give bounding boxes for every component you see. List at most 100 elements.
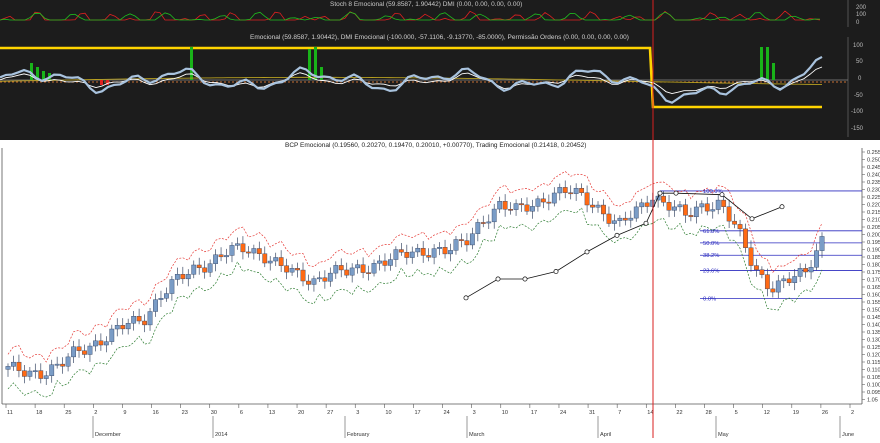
price-y-tick-label: 0.135 xyxy=(867,330,880,336)
bullish-candle xyxy=(797,268,803,277)
bullish-candle xyxy=(633,206,639,219)
bullish-candle xyxy=(65,356,71,367)
emo-tick-50: 50 xyxy=(856,59,863,65)
x-tick-label: 26 xyxy=(822,410,828,416)
price-y-tick-label: 0.250 xyxy=(867,158,880,164)
bullish-candle xyxy=(125,323,131,330)
bullish-candle xyxy=(617,217,623,221)
bullish-candle xyxy=(573,187,579,194)
bearish-candle xyxy=(546,201,552,204)
price-y-tick-label: 0.150 xyxy=(867,308,880,314)
emo-tick-minus-50: -50 xyxy=(854,93,863,99)
trading-chart-window: 200 100 0 Stoch 8 Emocional (59.8587, 1.… xyxy=(0,0,880,438)
stoch-d-line xyxy=(0,11,821,21)
month-label: April xyxy=(600,432,611,438)
bearish-candle xyxy=(136,316,142,322)
x-tick-label: 3 xyxy=(473,410,476,416)
x-tick-label: 31 xyxy=(589,410,595,416)
bearish-candle xyxy=(38,370,44,379)
stoch-pane-title: Stoch 8 Emocional (59.8587, 1.90442) DMI… xyxy=(330,1,523,8)
bearish-candle xyxy=(240,243,246,253)
x-tick-label: 24 xyxy=(444,410,450,416)
x-tick-label: 9 xyxy=(123,410,126,416)
bearish-candle xyxy=(398,249,404,253)
bullish-candle xyxy=(207,263,213,273)
bullish-candle xyxy=(557,187,563,194)
x-tick-label: 28 xyxy=(705,410,711,416)
price-y-tick-label: 0.205 xyxy=(867,225,880,231)
price-pane[interactable]: 0.255 0.250 0.245 0.240 0.235 0.230 0.225 0.220… xyxy=(0,140,880,438)
month-label: June xyxy=(842,432,854,438)
bearish-candle xyxy=(754,265,759,270)
month-label: December xyxy=(95,432,121,438)
bullish-candle xyxy=(814,250,819,268)
x-tick-label: 19 xyxy=(793,410,799,416)
bullish-candle xyxy=(71,346,76,358)
bullish-candle xyxy=(213,254,218,264)
bearish-candle xyxy=(508,209,514,211)
bullish-candle xyxy=(191,264,197,275)
bullish-candle xyxy=(164,293,169,299)
bearish-candle xyxy=(218,254,224,258)
bullish-candle xyxy=(530,206,535,212)
stoch-tick-200: 200 xyxy=(856,5,867,11)
price-y-tick-label: 0.195 xyxy=(867,240,880,246)
bearish-candle xyxy=(278,257,284,266)
bullish-candle xyxy=(551,192,557,204)
x-tick-label: 11 xyxy=(7,410,13,416)
price-y-tick-label: 0.165 xyxy=(867,285,880,291)
emo-tick-minus-150: -150 xyxy=(851,126,864,132)
emocional-indicator-pane[interactable]: 100 50 0 -50 -100 -150 Emocional (59.858… xyxy=(0,27,880,140)
bullish-candle xyxy=(311,278,317,285)
bearish-candle xyxy=(98,340,104,346)
bearish-candle xyxy=(366,272,371,274)
bullish-candle xyxy=(93,340,98,347)
stoch-indicator-pane[interactable]: 200 100 0 Stoch 8 Emocional (59.8587, 1.… xyxy=(0,0,880,27)
price-y-tick-label: 1.05 xyxy=(867,398,878,404)
bullish-candle xyxy=(775,280,781,293)
price-y-tick-label: 0.180 xyxy=(867,263,880,269)
price-y-tick-label: 0.230 xyxy=(867,188,880,194)
bearish-candle xyxy=(344,269,350,276)
bearish-candle xyxy=(338,265,344,271)
bullish-candle xyxy=(699,203,705,208)
fibonacci-level-label: 50.0% xyxy=(703,241,719,247)
bullish-candle xyxy=(781,278,787,282)
dmi-positive-bar xyxy=(308,49,311,80)
bearish-candle xyxy=(568,192,574,195)
bullish-candle xyxy=(486,221,492,224)
trading-emocional-point xyxy=(495,276,501,282)
x-tick-label: 22 xyxy=(676,410,682,416)
x-tick-label: 2 xyxy=(851,410,854,416)
x-tick-label: 14 xyxy=(647,410,653,416)
trading-emocional-point xyxy=(643,220,649,226)
bearish-candle xyxy=(606,213,612,224)
bearish-candle xyxy=(666,202,672,211)
bearish-candle xyxy=(180,274,186,280)
bearish-candle xyxy=(764,274,770,290)
bullish-candle xyxy=(333,265,339,274)
bearish-candle xyxy=(142,320,147,326)
dmi-negative-bar xyxy=(100,80,103,85)
bullish-candle xyxy=(475,222,481,234)
bullish-candle xyxy=(158,298,164,300)
x-tick-label: 18 xyxy=(36,410,42,416)
bullish-candle xyxy=(147,311,153,326)
bullish-candle xyxy=(437,247,442,249)
bearish-candle xyxy=(245,251,251,254)
stoch-tick-100: 100 xyxy=(856,12,867,18)
price-y-tick-label: 0.255 xyxy=(867,150,880,156)
bearish-candle xyxy=(786,278,792,283)
price-y-tick-label: 0.185 xyxy=(867,255,880,261)
bearish-candle xyxy=(721,199,727,207)
bearish-candle xyxy=(732,220,737,225)
bullish-candle xyxy=(710,209,716,212)
x-tick-label: 5 xyxy=(735,410,738,416)
bullish-candle xyxy=(349,267,355,276)
bullish-candle xyxy=(415,247,421,253)
bullish-candle xyxy=(693,206,699,218)
price-y-tick-label: 0.210 xyxy=(867,218,880,224)
bullish-candle xyxy=(677,204,683,208)
bearish-candle xyxy=(480,222,486,224)
bullish-candle xyxy=(819,236,825,251)
